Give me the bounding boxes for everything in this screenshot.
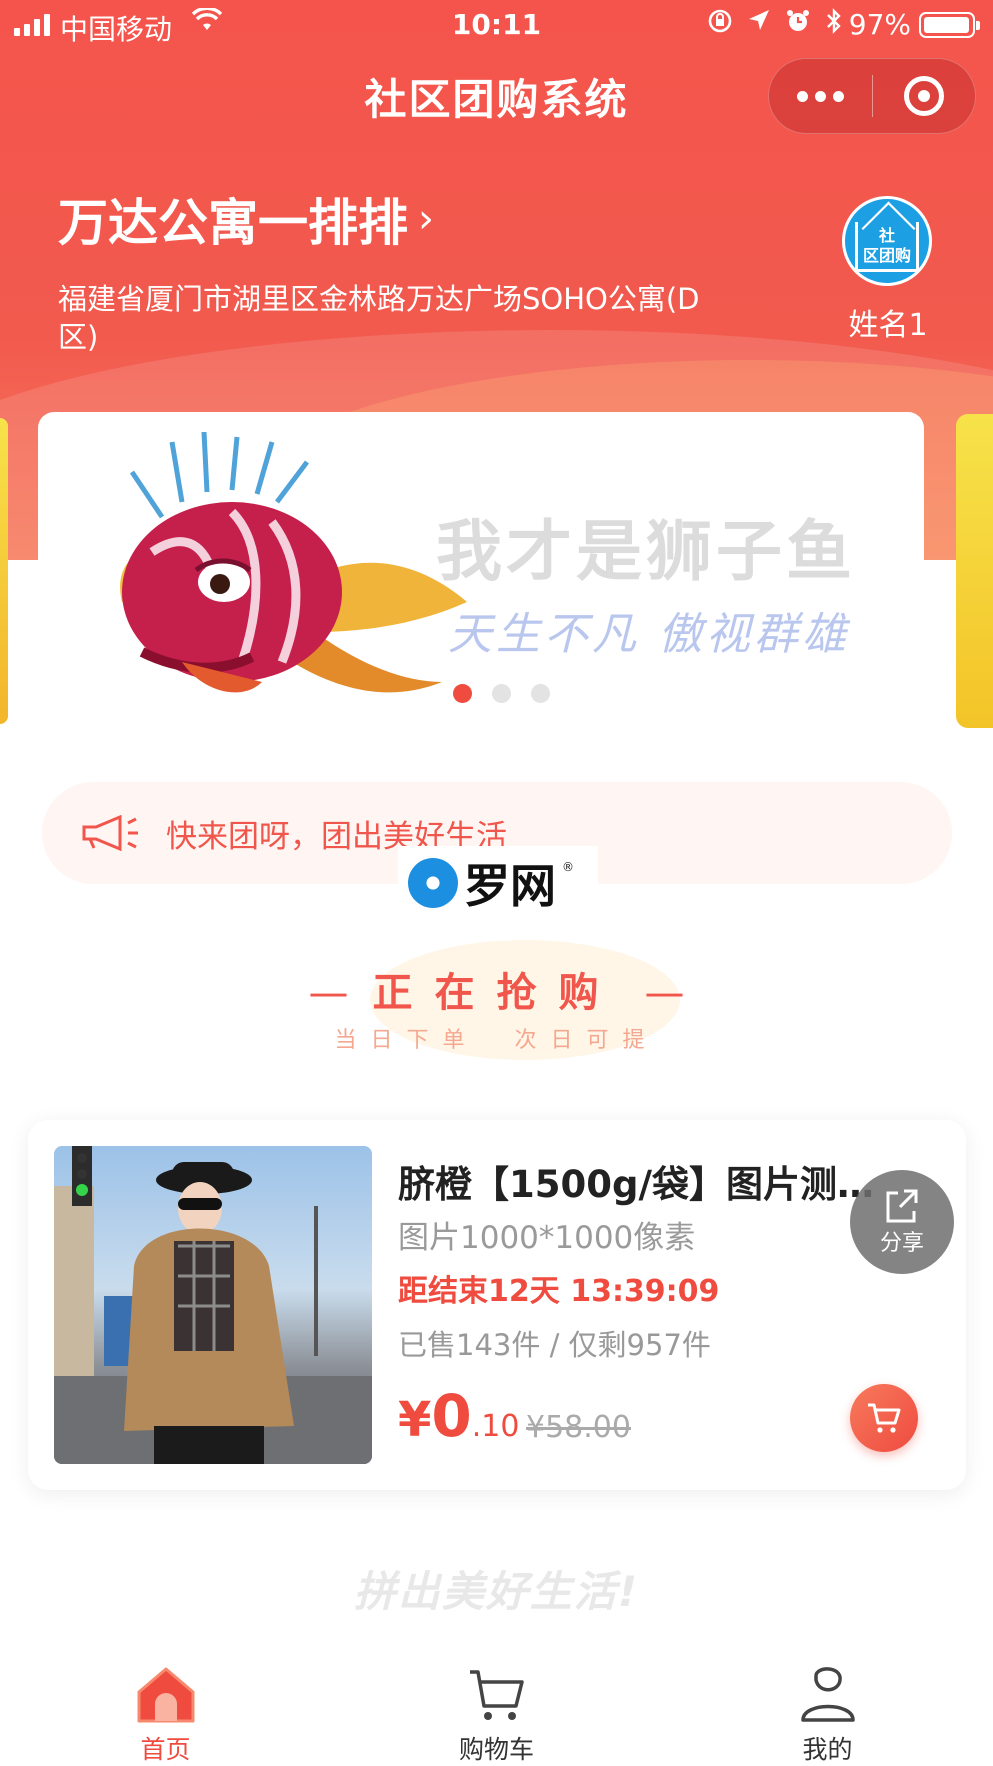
banner-headline: 我才是狮子鱼 <box>436 513 856 590</box>
subtitle-right: 次日可提 <box>514 1028 659 1053</box>
tab-mine[interactable]: 我的 <box>662 1650 993 1766</box>
share-button[interactable]: 分享 <box>850 1170 954 1274</box>
community-address: 福建省厦门市湖里区金林路万达广场SOHO公寓(D区) <box>58 282 700 354</box>
banner-prev-peek[interactable] <box>0 418 8 724</box>
user-name: 姓名1 <box>848 308 928 343</box>
close-miniprogram-button[interactable] <box>872 76 975 116</box>
section-title-char: 在 <box>434 970 497 1016</box>
price-currency: ¥ <box>398 1392 432 1448</box>
countdown-timer: 距结束12天 13:39:09 <box>398 1266 719 1310</box>
cart-icon <box>868 1403 901 1433</box>
battery-icon <box>919 12 980 38</box>
community-name: 万达公寓一排排 <box>58 194 408 252</box>
product-image[interactable] <box>54 1146 372 1464</box>
section-title: — 正在抢购 — <box>0 960 993 1018</box>
user-icon <box>796 1664 860 1726</box>
tab-cart[interactable]: 购物车 <box>331 1650 662 1766</box>
footer-slogan: 拼出美好生活! <box>353 1567 640 1616</box>
registered-mark: ® <box>562 860 574 874</box>
share-label: 分享 <box>879 1231 924 1256</box>
carousel-indicator <box>38 684 924 703</box>
house-logo-icon: 社 区团购 <box>855 222 919 272</box>
watermark-logo: 罗网 ® <box>398 846 598 920</box>
banner-carousel[interactable]: 我才是狮子鱼 天生不凡 傲视群雄 <box>38 412 924 730</box>
product-card[interactable]: 脐橙【1500g/袋】图片测试... 图片1000*1000像素 距结束12天 … <box>28 1120 966 1490</box>
section-title-char: 抢 <box>496 970 559 1016</box>
banner-next-peek[interactable] <box>956 414 993 728</box>
bluetooth-icon <box>825 8 843 41</box>
tab-home-label: 首页 <box>140 1735 191 1764</box>
location-icon <box>747 8 771 41</box>
bottom-tab-bar: 首页 购物车 我的 <box>0 1650 993 1766</box>
home-icon <box>134 1664 198 1726</box>
target-icon <box>903 76 944 116</box>
section-header-flash-sale: — 正在抢购 — 当日下单 次日可提 <box>0 940 993 1060</box>
countdown-prefix: 距结束 <box>398 1274 488 1309</box>
section-title-char: 购 <box>558 970 621 1016</box>
tab-cart-label: 购物车 <box>458 1735 534 1764</box>
carousel-dot-3[interactable] <box>530 684 550 703</box>
cart-icon <box>465 1664 529 1726</box>
status-bar: 中国移动 10:11 97% <box>0 0 993 50</box>
watermark-text: 罗网 <box>464 859 556 913</box>
chevron-right-icon: › <box>418 196 434 242</box>
tab-home[interactable]: 首页 <box>0 1650 331 1766</box>
more-menu-button[interactable] <box>769 90 872 102</box>
rotation-lock-icon <box>707 8 733 41</box>
share-icon <box>886 1189 918 1223</box>
sales-stock: 已售143件 / 仅剩957件 <box>398 1328 711 1362</box>
avatar[interactable]: 社 区团购 <box>842 196 932 286</box>
alarm-icon <box>785 8 811 41</box>
original-price: ¥58.00 <box>526 1410 631 1445</box>
avatar-logo-line2: 区团购 <box>862 245 911 265</box>
carousel-dot-2[interactable] <box>491 684 511 703</box>
product-name[interactable]: 脐橙【1500g/袋】图片测试... <box>398 1154 878 1208</box>
section-title-char: 正 <box>372 970 435 1016</box>
add-to-cart-button[interactable] <box>850 1384 918 1452</box>
product-description: 图片1000*1000像素 <box>398 1220 696 1256</box>
banner-tagline: 天生不凡 傲视群雄 <box>448 609 850 660</box>
luowang-logo-icon <box>408 858 458 908</box>
carousel-dot-1[interactable] <box>452 684 472 703</box>
community-selector[interactable]: 万达公寓一排排 › <box>58 183 434 255</box>
title-dash-left: — <box>308 970 349 1016</box>
avatar-logo-line1: 社 <box>878 225 895 245</box>
countdown-value: 12天 13:39:09 <box>488 1274 720 1309</box>
megaphone-icon <box>80 814 140 852</box>
lionfish-illustration <box>120 432 467 693</box>
product-price: ¥0.10 <box>398 1382 519 1450</box>
price-decimal: .10 <box>471 1409 520 1444</box>
price-integer: 0 <box>431 1382 472 1450</box>
clock: 10:11 <box>451 8 542 41</box>
battery-percent: 97% <box>848 8 911 41</box>
miniprogram-capsule <box>768 58 976 134</box>
title-dash-right: — <box>644 970 685 1016</box>
subtitle-left: 当日下单 <box>334 1028 479 1053</box>
fashion-model-photo <box>54 1146 372 1464</box>
tab-mine-label: 我的 <box>802 1735 853 1764</box>
section-subtitle: 当日下单 次日可提 <box>0 1022 993 1054</box>
